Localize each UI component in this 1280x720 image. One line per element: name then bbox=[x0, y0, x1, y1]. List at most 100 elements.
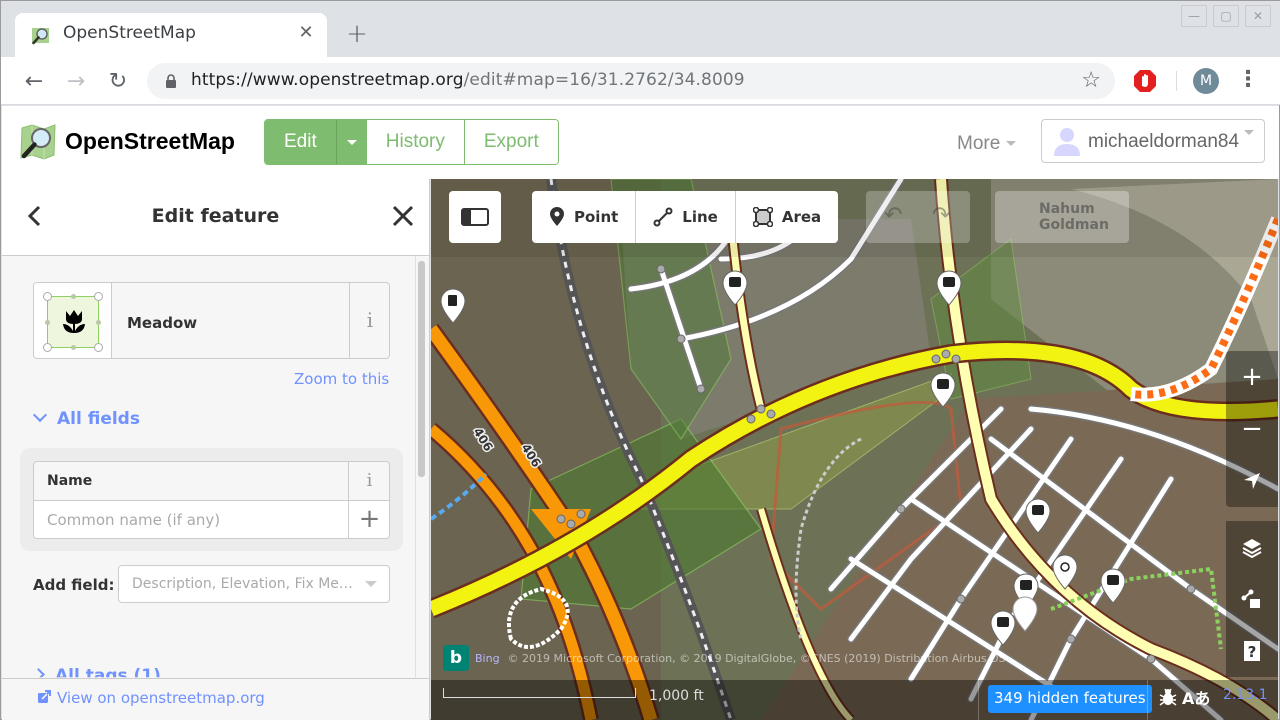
zoom-controls: + − bbox=[1226, 351, 1278, 507]
hover-feature-label: Nahum Goldman bbox=[1039, 201, 1109, 233]
attribution-text: © 2019 Microsoft Corporation, © 2019 Dig… bbox=[507, 651, 1006, 665]
osm-nav-group: Edit History Export bbox=[264, 119, 559, 165]
adblock-stop-icon[interactable] bbox=[1133, 69, 1157, 93]
midpoint bbox=[96, 320, 101, 325]
bug-report-icon[interactable] bbox=[1158, 687, 1178, 707]
midpoint bbox=[45, 320, 50, 325]
area-icon bbox=[752, 207, 773, 227]
bing-logo-icon[interactable]: b bbox=[443, 645, 469, 671]
sidebar-footer: View on openstreetmap.org bbox=[2, 678, 429, 720]
address-bar[interactable]: https://www.openstreetmap.org/edit#map=1… bbox=[147, 63, 1115, 99]
add-localized-name-plus-icon[interactable]: + bbox=[349, 500, 389, 538]
add-field-label: Add field: bbox=[33, 576, 115, 594]
export-button[interactable]: Export bbox=[463, 120, 558, 164]
browser-toolbar: ← → ↻ https://www.openstreetmap.org/edit… bbox=[1, 57, 1280, 105]
version-label[interactable]: 2.13.1 bbox=[1223, 687, 1268, 703]
map-canvas[interactable]: 406 406 Point Line Area ↶ ↷ Nahum Goldma… bbox=[431, 179, 1278, 720]
field-info-icon[interactable]: i bbox=[348, 462, 389, 500]
preset-list-item[interactable]: Meadow i bbox=[33, 282, 390, 359]
tab-close-icon[interactable]: ✕ bbox=[295, 22, 317, 44]
preset-icon-box bbox=[34, 283, 112, 358]
bookmark-star-icon[interactable]: ☆ bbox=[1081, 68, 1101, 93]
scale-bar[interactable] bbox=[443, 688, 636, 698]
footer-separator bbox=[1147, 680, 1148, 720]
add-line-label: Line bbox=[682, 208, 718, 226]
username: michaeldorman84 bbox=[1088, 131, 1240, 152]
add-area-button[interactable]: Area bbox=[734, 191, 838, 243]
forward-arrow-icon[interactable]: → bbox=[62, 67, 90, 95]
map-data-icon[interactable] bbox=[1226, 573, 1278, 625]
maximize-icon: ▢ bbox=[1220, 9, 1232, 23]
view-on-osm-link[interactable]: View on openstreetmap.org bbox=[37, 689, 265, 707]
tab-title: OpenStreetMap bbox=[63, 23, 196, 43]
browser-tab[interactable]: OpenStreetMap ✕ bbox=[15, 13, 327, 57]
toolbar-separator bbox=[1176, 71, 1177, 91]
redo-icon[interactable]: ↷ bbox=[932, 203, 950, 228]
add-field-combobox[interactable]: Description, Elevation, Fix Me… bbox=[118, 565, 390, 603]
vertex-handle bbox=[43, 292, 52, 301]
tab-strip: OpenStreetMap ✕ + — ▢ ✕ bbox=[1, 1, 1280, 57]
translate-icon[interactable]: Aあ bbox=[1182, 685, 1210, 709]
name-field-section: Name i + bbox=[20, 448, 403, 551]
window-maximize-button[interactable]: ▢ bbox=[1213, 5, 1239, 27]
preset-info-icon[interactable]: i bbox=[349, 283, 389, 358]
osm-logo-icon[interactable] bbox=[18, 122, 58, 162]
sidebar-toggle-button[interactable] bbox=[449, 191, 501, 243]
name-input[interactable] bbox=[34, 500, 349, 538]
area-preview bbox=[47, 296, 99, 348]
add-point-button[interactable]: Point bbox=[532, 191, 635, 243]
preset-name: Meadow bbox=[127, 314, 198, 332]
all-fields-toggle[interactable]: All fields bbox=[32, 407, 140, 429]
window-close-icon: ✕ bbox=[1252, 9, 1264, 23]
window-minimize-button[interactable]: — bbox=[1181, 5, 1207, 27]
sidebar-scrollbar[interactable] bbox=[418, 261, 425, 477]
osm-header: OpenStreetMap Edit History Export More m… bbox=[2, 106, 1279, 179]
imagery-attribution: b Bing © 2019 Microsoft Corporation, © 2… bbox=[443, 645, 1006, 671]
help-icon[interactable]: ? bbox=[1226, 625, 1278, 677]
new-tab-plus-icon[interactable]: + bbox=[343, 20, 371, 48]
undo-icon[interactable]: ↶ bbox=[884, 203, 902, 228]
sidebar-title: Edit feature bbox=[151, 205, 280, 227]
url-text: https://www.openstreetmap.org/edit#map=1… bbox=[191, 70, 745, 90]
zoom-out-minus-icon[interactable]: − bbox=[1226, 403, 1278, 455]
vertex-handle bbox=[43, 343, 52, 352]
osm-favicon-icon bbox=[32, 28, 49, 45]
undo-redo-group: ↶ ↷ bbox=[866, 191, 970, 243]
edit-button[interactable]: Edit bbox=[265, 120, 336, 164]
background-layers-icon[interactable] bbox=[1226, 521, 1278, 573]
map-panes-controls: ? bbox=[1226, 521, 1278, 677]
zoom-in-plus-icon[interactable]: + bbox=[1226, 351, 1278, 403]
geolocate-arrow-icon[interactable] bbox=[1226, 455, 1278, 507]
zoom-to-this-link[interactable]: Zoom to this bbox=[294, 370, 389, 388]
more-menu-button[interactable]: More bbox=[957, 133, 1017, 155]
all-fields-label: All fields bbox=[57, 409, 140, 429]
name-field: Name i + bbox=[33, 461, 390, 539]
midpoint bbox=[71, 294, 76, 299]
history-button[interactable]: History bbox=[366, 120, 464, 164]
edit-dropdown-button[interactable] bbox=[335, 120, 367, 164]
kebab-menu-icon[interactable]: ⋮ bbox=[1237, 69, 1259, 93]
osm-brand[interactable]: OpenStreetMap bbox=[65, 128, 235, 155]
footer-separator bbox=[978, 680, 979, 720]
map-layer[interactable]: 406 406 bbox=[431, 179, 1278, 720]
add-point-label: Point bbox=[574, 208, 619, 226]
sidebar-header: Edit feature bbox=[2, 179, 429, 256]
add-line-button[interactable]: Line bbox=[635, 191, 735, 243]
save-button[interactable]: Nahum Goldman bbox=[995, 191, 1129, 243]
close-icon[interactable] bbox=[390, 203, 416, 229]
hidden-features-badge[interactable]: 349 hidden features bbox=[988, 685, 1152, 713]
sidebar: Edit feature Meadow i Zoom to this All f… bbox=[2, 179, 430, 720]
chevron-down-icon bbox=[32, 407, 48, 423]
reload-icon[interactable]: ↻ bbox=[104, 67, 132, 95]
scroll-track bbox=[415, 256, 416, 678]
window-close-button[interactable]: ✕ bbox=[1245, 5, 1271, 27]
profile-avatar[interactable]: M bbox=[1193, 68, 1219, 94]
user-avatar-icon bbox=[1054, 128, 1080, 156]
scale-label: 1,000 ft bbox=[649, 688, 704, 704]
chevron-down-icon bbox=[365, 581, 377, 587]
external-link-icon bbox=[38, 690, 51, 703]
user-menu-button[interactable]: michaeldorman84 bbox=[1041, 119, 1265, 163]
imagery-provider[interactable]: Bing bbox=[475, 652, 500, 665]
back-arrow-icon[interactable]: ← bbox=[20, 67, 48, 95]
minimize-icon: — bbox=[1188, 9, 1200, 23]
